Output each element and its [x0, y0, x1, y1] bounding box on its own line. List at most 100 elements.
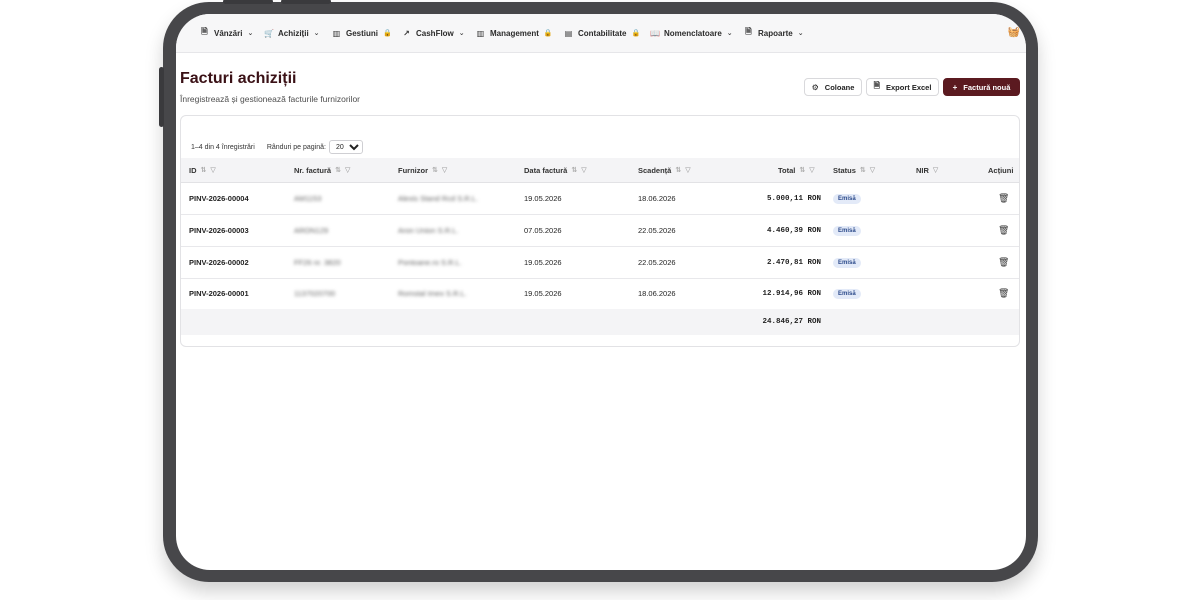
invoice-number: AM1153 — [294, 194, 322, 203]
column-header-supplier[interactable]: Furnizor ⇅ ▽ — [398, 158, 447, 182]
column-header-date[interactable]: Data factură ⇅ ▽ — [524, 158, 587, 182]
lock-icon: 🔒 — [543, 30, 553, 37]
chevron-down-icon: ⌄ — [247, 30, 254, 37]
bar-chart-icon: ▥ — [332, 28, 341, 38]
trash-icon[interactable]: 🗑 — [998, 257, 1009, 268]
table-row[interactable]: PINV-2026-00002 FF26 nr. 3820 Pontoane.r… — [181, 247, 1019, 279]
columns-button[interactable]: ⚙ Coloane — [804, 78, 862, 96]
filter-icon[interactable]: ▽ — [870, 166, 875, 174]
due-date: 18.06.2026 — [638, 194, 676, 203]
filter-icon[interactable]: ▽ — [442, 166, 447, 174]
chevron-down-icon: ⌄ — [313, 30, 320, 37]
ledger-icon: ▤ — [564, 28, 573, 38]
nav-item-nomenclatoare[interactable]: 📖 Nomenclatoare ⌄ — [650, 14, 733, 52]
lock-icon: 🔒 — [631, 30, 641, 37]
rows-per-page-label: Rânduri pe pagină: — [266, 143, 326, 151]
page-subtitle: Înregistrează și gestionează facturile f… — [180, 94, 361, 104]
bar-chart-icon: ▥ — [476, 28, 485, 38]
cart-icon: 🛒 — [264, 28, 274, 38]
invoices-table-card: 1–4 din 4 înregistrări Rânduri pe pagină… — [180, 115, 1020, 347]
invoice-id: PINV-2026-00001 — [189, 289, 249, 298]
table-row[interactable]: PINV-2026-00001 1137020700 Romstal Imex … — [181, 278, 1019, 310]
book-icon: 📖 — [650, 28, 660, 38]
filter-icon[interactable]: ▽ — [685, 166, 690, 174]
sort-icon[interactable]: ⇅ — [432, 166, 438, 174]
top-navbar: 🗎 Vânzări ⌄ 🛒 Achiziții ⌄ ▥ Gestiuni 🔒 ↗… — [176, 14, 1026, 53]
invoice-number: ARON129 — [294, 226, 329, 235]
nav-item-achizitii[interactable]: 🛒 Achiziții ⌄ — [264, 14, 320, 52]
nav-item-cashflow[interactable]: ↗ CashFlow ⌄ — [402, 14, 465, 52]
filter-icon[interactable]: ▽ — [210, 166, 215, 174]
file-export-icon: 🗎 — [873, 81, 880, 90]
pagination-bar: 1–4 din 4 înregistrări Rânduri pe pagină… — [191, 140, 363, 154]
status-badge: Emisă — [833, 225, 861, 236]
document-icon: 🗎 — [201, 27, 208, 36]
column-header-actions: Acțiuni — [988, 165, 1014, 175]
column-header-nr[interactable]: Nr. factură ⇅ ▽ — [294, 158, 350, 182]
table-row[interactable]: PINV-2026-00003 ARON129 Aron Union S.R.L… — [181, 215, 1019, 247]
supplier-name: Romstal Imex S.R.L. — [398, 289, 467, 298]
invoice-total: 12.914,96 RON — [762, 289, 821, 298]
rows-per-page-select[interactable]: 20 — [328, 140, 363, 154]
nav-item-rapoarte[interactable]: 🗎 Rapoarte ⌄ — [744, 14, 804, 52]
nav-item-gestiuni[interactable]: ▥ Gestiuni 🔒 — [332, 14, 392, 52]
records-summary: 1–4 din 4 înregistrări — [191, 143, 255, 151]
supplier-name: Alexis Stand Rcd S.R.L. — [398, 194, 479, 203]
sort-icon[interactable]: ⇅ — [571, 166, 577, 174]
invoice-id: PINV-2026-00004 — [189, 194, 249, 203]
filter-icon[interactable]: ▽ — [933, 166, 938, 174]
invoice-total: 4.460,39 RON — [766, 226, 821, 235]
sort-icon[interactable]: ⇅ — [201, 166, 207, 174]
status-badge: Emisă — [833, 193, 861, 204]
sort-icon[interactable]: ⇅ — [860, 166, 866, 174]
trash-icon[interactable]: 🗑 — [998, 193, 1009, 204]
grand-total: 24.846,27 RON — [762, 318, 821, 326]
column-header-due[interactable]: Scadență ⇅ ▽ — [638, 158, 691, 182]
filter-icon[interactable]: ▽ — [345, 166, 350, 174]
due-date: 22.05.2026 — [638, 226, 676, 235]
supplier-name: Aron Union S.R.L. — [398, 226, 459, 235]
column-header-total[interactable]: Total ⇅ ▽ — [778, 158, 815, 182]
trash-icon[interactable]: 🗑 — [998, 288, 1009, 299]
filter-icon[interactable]: ▽ — [581, 166, 586, 174]
basket-icon[interactable]: 🧺 — [1008, 27, 1020, 38]
sort-icon[interactable]: ⇅ — [799, 166, 805, 174]
report-icon: 🗎 — [745, 27, 752, 36]
table-footer: 24.846,27 RON — [181, 309, 1019, 335]
plus-icon: + — [952, 82, 958, 92]
invoice-total: 5.000,11 RON — [766, 194, 821, 203]
due-date: 22.05.2026 — [638, 258, 676, 267]
nav-item-vanzari[interactable]: 🗎 Vânzări ⌄ — [200, 14, 253, 52]
invoice-date: 19.05.2026 — [524, 289, 562, 298]
chevron-down-icon: ⌄ — [726, 30, 733, 37]
chevron-down-icon: ⌄ — [458, 30, 465, 37]
status-badge: Emisă — [833, 288, 861, 299]
nav-item-management[interactable]: ▥ Management 🔒 — [476, 14, 553, 52]
supplier-name: Pontoane.ro S.R.L. — [398, 258, 462, 267]
export-excel-button[interactable]: 🗎 Export Excel — [866, 78, 939, 96]
sort-icon[interactable]: ⇅ — [675, 166, 681, 174]
chevron-down-icon: ⌄ — [797, 30, 804, 37]
column-header-nir[interactable]: NIR ▽ — [916, 158, 938, 182]
status-badge: Emisă — [833, 257, 861, 268]
invoice-id: PINV-2026-00003 — [189, 226, 249, 235]
invoice-number: FF26 nr. 3820 — [294, 258, 341, 267]
due-date: 18.06.2026 — [638, 289, 676, 298]
app-screen: 🗎 Vânzări ⌄ 🛒 Achiziții ⌄ ▥ Gestiuni 🔒 ↗… — [176, 14, 1026, 570]
filter-icon[interactable]: ▽ — [809, 166, 814, 174]
invoice-total: 2.470,81 RON — [766, 258, 821, 267]
tablet-side-button — [159, 67, 164, 127]
new-invoice-button[interactable]: + Factură nouă — [943, 78, 1020, 96]
tablet-top-button — [223, 0, 273, 4]
column-header-id[interactable]: ID ⇅ ▽ — [189, 158, 216, 182]
table-row[interactable]: PINV-2026-00004 AM1153 Alexis Stand Rcd … — [181, 183, 1019, 215]
lock-icon: 🔒 — [383, 30, 392, 37]
sort-icon[interactable]: ⇅ — [335, 166, 341, 174]
tablet-top-button — [281, 0, 331, 4]
invoice-number: 1137020700 — [294, 289, 336, 298]
trash-icon[interactable]: 🗑 — [998, 225, 1009, 236]
column-header-status[interactable]: Status ⇅ ▽ — [833, 158, 875, 182]
invoice-date: 19.05.2026 — [524, 258, 562, 267]
nav-item-contabilitate[interactable]: ▤ Contabilitate 🔒 — [564, 14, 640, 52]
trend-icon: ↗ — [403, 28, 410, 38]
